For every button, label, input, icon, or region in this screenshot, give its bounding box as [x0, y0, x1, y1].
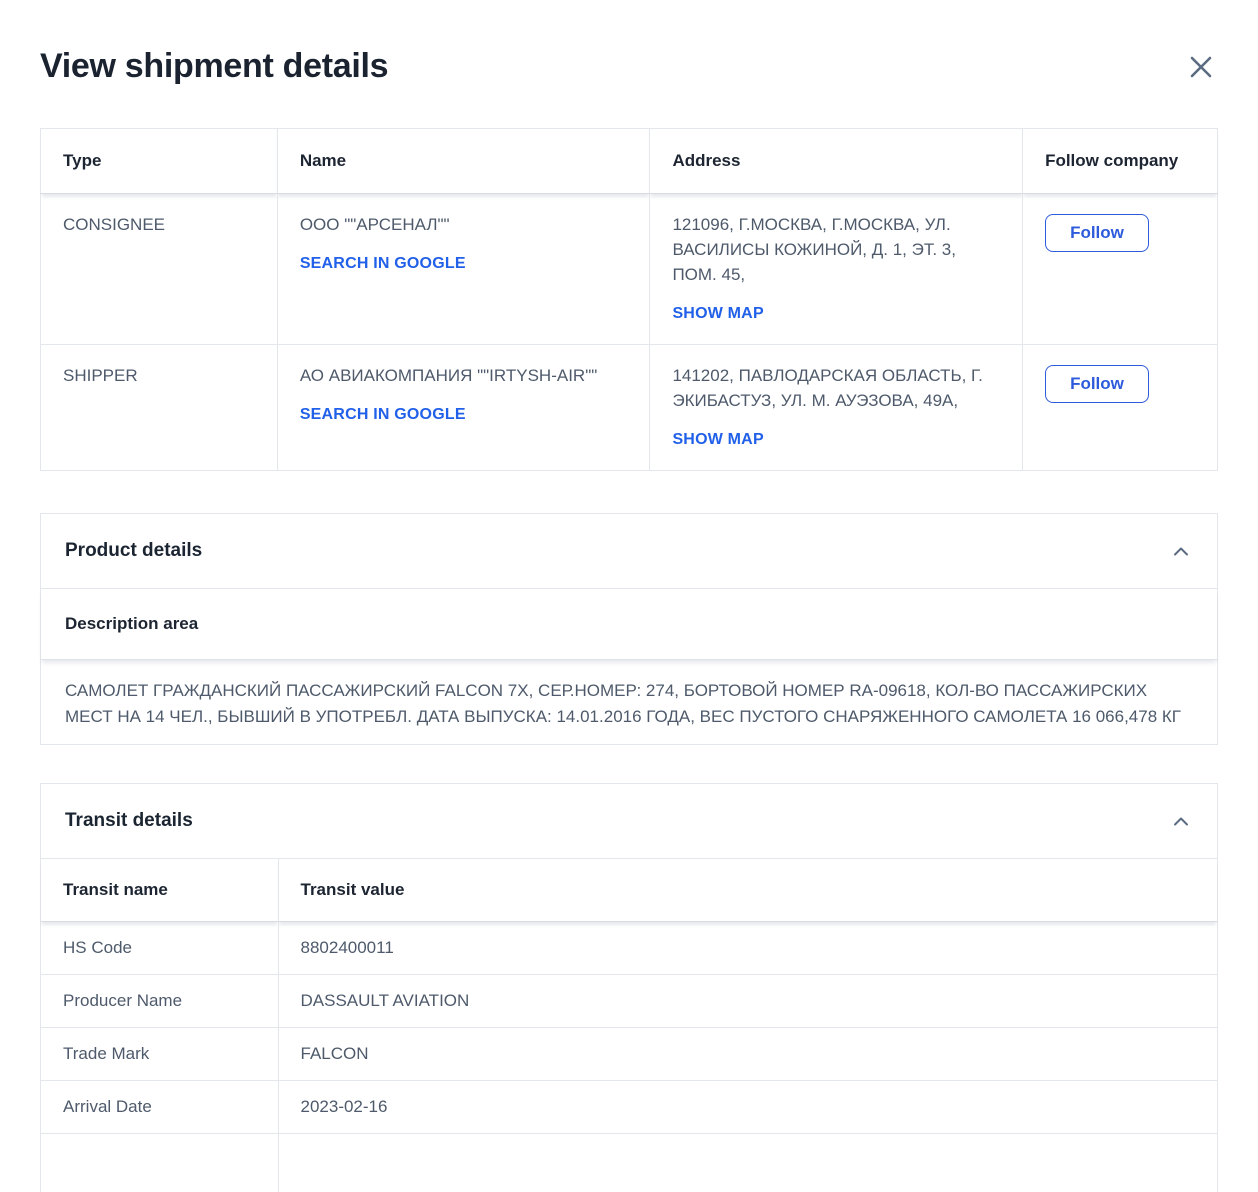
- party-name: ООО ""АРСЕНАЛ"": [300, 212, 628, 237]
- close-icon[interactable]: [1184, 50, 1218, 84]
- show-map-link[interactable]: SHOW MAP: [672, 301, 763, 326]
- transit-details-title: Transit details: [65, 809, 193, 833]
- product-details-section: Product details Description area САМОЛЕТ…: [40, 513, 1218, 745]
- transit-row-hs-code: HS Code 8802400011: [41, 922, 1217, 975]
- transit-row-producer-name: Producer Name DASSAULT AVIATION: [41, 975, 1217, 1028]
- product-description-text: САМОЛЕТ ГРАЖДАНСКИЙ ПАССАЖИРСКИЙ FALCON …: [41, 660, 1217, 744]
- party-address: 141202, ПАВЛОДАРСКАЯ ОБЛАСТЬ, Г. ЭКИБАСТ…: [672, 363, 1000, 413]
- party-type: CONSIGNEE: [41, 194, 278, 345]
- follow-cell: Follow: [1023, 345, 1218, 471]
- transit-name: Producer Name: [41, 975, 278, 1028]
- transit-value: [278, 1134, 1217, 1192]
- transit-name: HS Code: [41, 922, 278, 975]
- transit-name: [41, 1134, 278, 1192]
- column-header-type: Type: [41, 129, 278, 194]
- transit-name: Trade Mark: [41, 1028, 278, 1081]
- transit-name: Arrival Date: [41, 1081, 278, 1134]
- party-address-cell: 141202, ПАВЛОДАРСКАЯ ОБЛАСТЬ, Г. ЭКИБАСТ…: [650, 345, 1023, 471]
- party-name: АО АВИАКОМПАНИЯ ""IRTYSH-AIR"": [300, 363, 628, 388]
- party-type: SHIPPER: [41, 345, 278, 471]
- product-details-title: Product details: [65, 539, 202, 563]
- parties-table: Type Name Address Follow company CONSIGN…: [40, 128, 1218, 471]
- column-header-address: Address: [650, 129, 1023, 194]
- search-in-google-link[interactable]: SEARCH IN GOOGLE: [300, 402, 466, 427]
- search-in-google-link[interactable]: SEARCH IN GOOGLE: [300, 251, 466, 276]
- modal-header: View shipment details: [40, 44, 1218, 88]
- table-row-consignee: CONSIGNEE ООО ""АРСЕНАЛ"" SEARCH IN GOOG…: [41, 194, 1218, 345]
- follow-button[interactable]: Follow: [1045, 365, 1149, 403]
- column-header-name: Name: [277, 129, 650, 194]
- column-header-transit-name: Transit name: [41, 859, 278, 922]
- description-area-label: Description area: [41, 589, 1217, 660]
- party-name-cell: АО АВИАКОМПАНИЯ ""IRTYSH-AIR"" SEARCH IN…: [277, 345, 650, 471]
- transit-details-section: Transit details Transit name Transit val…: [40, 783, 1218, 1192]
- party-name-cell: ООО ""АРСЕНАЛ"" SEARCH IN GOOGLE: [277, 194, 650, 345]
- transit-row-partial: [41, 1134, 1217, 1192]
- transit-row-arrival-date: Arrival Date 2023-02-16: [41, 1081, 1217, 1134]
- show-map-link[interactable]: SHOW MAP: [672, 427, 763, 452]
- transit-value: 8802400011: [278, 922, 1217, 975]
- chevron-up-icon[interactable]: [1169, 812, 1193, 831]
- transit-details-header: Transit details: [41, 784, 1217, 859]
- page-title: View shipment details: [40, 44, 388, 88]
- table-row-shipper: SHIPPER АО АВИАКОМПАНИЯ ""IRTYSH-AIR"" S…: [41, 345, 1218, 471]
- column-header-follow-company: Follow company: [1023, 129, 1218, 194]
- parties-table-header-row: Type Name Address Follow company: [41, 129, 1218, 194]
- transit-value: FALCON: [278, 1028, 1217, 1081]
- shipment-details-modal: View shipment details Type Name Address …: [0, 0, 1258, 1192]
- party-address-cell: 121096, Г.МОСКВА, Г.МОСКВА, УЛ. ВАСИЛИСЫ…: [650, 194, 1023, 345]
- transit-row-trade-mark: Trade Mark FALCON: [41, 1028, 1217, 1081]
- transit-table: Transit name Transit value HS Code 88024…: [41, 859, 1217, 1192]
- follow-button[interactable]: Follow: [1045, 214, 1149, 252]
- transit-table-header-row: Transit name Transit value: [41, 859, 1217, 922]
- chevron-up-icon[interactable]: [1169, 542, 1193, 561]
- transit-value: DASSAULT AVIATION: [278, 975, 1217, 1028]
- product-details-header: Product details: [41, 514, 1217, 589]
- column-header-transit-value: Transit value: [278, 859, 1217, 922]
- transit-value: 2023-02-16: [278, 1081, 1217, 1134]
- follow-cell: Follow: [1023, 194, 1218, 345]
- party-address: 121096, Г.МОСКВА, Г.МОСКВА, УЛ. ВАСИЛИСЫ…: [672, 212, 1000, 287]
